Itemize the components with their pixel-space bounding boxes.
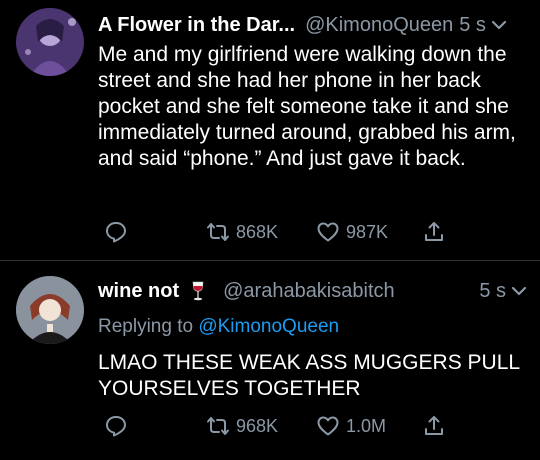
tweet[interactable]: wine not @arahabakisabitch 5 s Replying …: [0, 260, 540, 460]
retweet-button[interactable]: 868K: [206, 220, 278, 244]
tweet-text: Me and my girlfriend were walking down t…: [98, 43, 516, 170]
retweet-button[interactable]: 968K: [206, 414, 278, 438]
avatar[interactable]: [16, 8, 84, 76]
reply-button[interactable]: [104, 220, 128, 244]
reply-icon: [106, 222, 126, 243]
retweet-count: 868K: [236, 221, 279, 242]
wine-glass-icon: [192, 281, 204, 301]
share-icon: [425, 222, 443, 241]
tweet[interactable]: A Flower in the Dar... @KimonoQueen 5 s …: [0, 0, 540, 260]
reply-button[interactable]: [104, 414, 128, 438]
tweet-actions: 968K 1.0M: [96, 414, 528, 442]
mention-link[interactable]: @KimonoQueen: [198, 316, 339, 337]
like-count: 987K: [346, 221, 389, 242]
like-count: 1.0M: [346, 415, 387, 436]
chevron-down-icon[interactable]: [490, 16, 508, 34]
reply-icon: [106, 416, 126, 437]
timestamp: 5 s: [479, 279, 506, 302]
timestamp: 5 s: [459, 13, 486, 36]
username[interactable]: @KimonoQueen: [305, 14, 453, 37]
display-name[interactable]: A Flower in the Dar...: [98, 14, 295, 37]
like-icon: [317, 222, 339, 242]
tweet-actions: 868K 987K: [96, 220, 528, 248]
retweet-icon: [207, 417, 229, 435]
retweet-count: 968K: [236, 415, 279, 436]
like-button[interactable]: 987K: [316, 220, 388, 244]
share-icon: [425, 416, 443, 435]
username[interactable]: @arahabakisabitch: [223, 280, 395, 303]
like-button[interactable]: 1.0M: [316, 414, 386, 438]
tweet-text: LMAO THESE WEAK ASS MUGGERS PULL YOURSEL…: [98, 351, 520, 400]
like-icon: [317, 416, 339, 436]
replying-to-label: Replying to: [98, 316, 194, 337]
replying-to: Replying to @KimonoQueen: [98, 316, 339, 338]
share-button[interactable]: [422, 220, 446, 244]
chevron-down-icon[interactable]: [510, 282, 528, 300]
share-button[interactable]: [422, 414, 446, 438]
retweet-icon: [207, 223, 229, 241]
avatar[interactable]: [16, 276, 84, 344]
display-name[interactable]: wine not: [98, 280, 179, 303]
